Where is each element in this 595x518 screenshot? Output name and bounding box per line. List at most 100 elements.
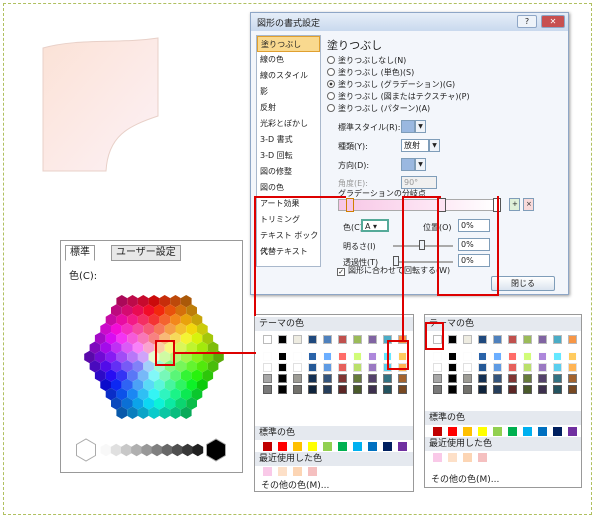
recent-color-swatch[interactable] bbox=[293, 467, 302, 476]
more-colors-button[interactable]: その他の色(M)... bbox=[431, 472, 499, 485]
nav-item[interactable]: 反射 bbox=[257, 100, 320, 116]
gray-hex[interactable] bbox=[131, 443, 142, 457]
type-select[interactable]: 放射 bbox=[401, 139, 429, 152]
theme-color-swatch[interactable] bbox=[263, 335, 272, 344]
standard-color-swatch[interactable] bbox=[538, 427, 547, 436]
nav-item[interactable]: 3-D 書式 bbox=[257, 132, 320, 148]
theme-color-swatch[interactable] bbox=[368, 374, 377, 383]
theme-color-swatch[interactable] bbox=[323, 374, 332, 383]
theme-color-swatch[interactable] bbox=[478, 363, 487, 372]
gray-hex[interactable] bbox=[151, 443, 163, 457]
theme-color-swatch[interactable] bbox=[353, 385, 362, 394]
theme-color-swatch[interactable] bbox=[568, 352, 577, 361]
theme-color-swatch[interactable] bbox=[508, 335, 517, 344]
position-input[interactable]: 0% bbox=[458, 219, 490, 232]
theme-color-swatch[interactable] bbox=[463, 352, 472, 361]
theme-color-swatch[interactable] bbox=[398, 385, 407, 394]
standard-color-swatch[interactable] bbox=[263, 442, 272, 451]
theme-color-swatch[interactable] bbox=[553, 363, 562, 372]
standard-color-swatch[interactable] bbox=[338, 442, 347, 451]
nav-item[interactable]: 線のスタイル bbox=[257, 68, 320, 84]
tab-custom[interactable]: ユーザー設定 bbox=[111, 245, 181, 261]
theme-color-swatch[interactable] bbox=[538, 335, 547, 344]
standard-color-swatch[interactable] bbox=[553, 427, 562, 436]
theme-color-swatch[interactable] bbox=[433, 374, 442, 383]
gray-hex[interactable] bbox=[161, 443, 173, 457]
theme-color-swatch[interactable] bbox=[368, 385, 377, 394]
theme-color-swatch[interactable] bbox=[308, 335, 317, 344]
theme-color-swatch[interactable] bbox=[463, 335, 472, 344]
stop-color-button[interactable]: A ▾ bbox=[361, 219, 389, 232]
standard-color-swatch[interactable] bbox=[568, 427, 577, 436]
recent-color-swatch[interactable] bbox=[478, 453, 487, 462]
gray-hex[interactable] bbox=[141, 443, 153, 457]
direction-swatch[interactable] bbox=[401, 158, 415, 171]
nav-item[interactable]: 代替テキスト bbox=[257, 244, 320, 260]
theme-color-swatch[interactable] bbox=[323, 363, 332, 372]
brightness-input[interactable]: 0% bbox=[458, 238, 490, 251]
theme-color-swatch[interactable] bbox=[508, 363, 517, 372]
standard-color-swatch[interactable] bbox=[463, 427, 472, 436]
standard-color-swatch[interactable] bbox=[353, 442, 362, 451]
recent-color-swatch[interactable] bbox=[433, 453, 442, 462]
gradient-stop-1[interactable] bbox=[346, 198, 354, 212]
nav-item[interactable]: テキスト ボックス bbox=[257, 228, 320, 256]
theme-color-swatch[interactable] bbox=[448, 385, 457, 394]
theme-color-swatch[interactable] bbox=[433, 363, 442, 372]
standard-color-swatch[interactable] bbox=[433, 427, 442, 436]
theme-color-swatch[interactable] bbox=[463, 363, 472, 372]
recent-color-swatch[interactable] bbox=[263, 467, 272, 476]
gray-hex[interactable] bbox=[172, 443, 183, 457]
theme-color-swatch[interactable] bbox=[463, 385, 472, 394]
picture-fill-radio[interactable]: 塗りつぶし (図またはテクスチャ)(P) bbox=[327, 91, 470, 102]
theme-color-swatch[interactable] bbox=[383, 385, 392, 394]
theme-color-swatch[interactable] bbox=[553, 374, 562, 383]
gradient-fill-radio[interactable]: 塗りつぶし (グラデーション)(G) bbox=[327, 79, 455, 90]
theme-color-swatch[interactable] bbox=[433, 352, 442, 361]
theme-color-swatch[interactable] bbox=[278, 352, 287, 361]
theme-color-swatch[interactable] bbox=[478, 374, 487, 383]
standard-color-swatch[interactable] bbox=[523, 427, 532, 436]
theme-color-swatch[interactable] bbox=[448, 374, 457, 383]
pattern-fill-radio[interactable]: 塗りつぶし (パターン)(A) bbox=[327, 103, 430, 114]
standard-color-swatch[interactable] bbox=[508, 427, 517, 436]
transparency-input[interactable]: 0% bbox=[458, 254, 490, 267]
theme-color-swatch[interactable] bbox=[308, 352, 317, 361]
theme-color-swatch[interactable] bbox=[478, 335, 487, 344]
add-stop-button[interactable]: + bbox=[509, 198, 520, 211]
theme-color-swatch[interactable] bbox=[523, 335, 532, 344]
theme-color-swatch[interactable] bbox=[553, 385, 562, 394]
direction-dropdown[interactable]: ▼ bbox=[415, 158, 426, 171]
theme-color-swatch[interactable] bbox=[293, 385, 302, 394]
theme-color-swatch[interactable] bbox=[448, 363, 457, 372]
theme-color-swatch[interactable] bbox=[338, 374, 347, 383]
theme-color-swatch[interactable] bbox=[368, 363, 377, 372]
gray-hex[interactable] bbox=[121, 443, 132, 457]
nav-item[interactable]: 3-D 回転 bbox=[257, 148, 320, 164]
theme-color-swatch[interactable] bbox=[383, 374, 392, 383]
theme-color-swatch[interactable] bbox=[338, 335, 347, 344]
solid-fill-radio[interactable]: 塗りつぶし (単色)(S) bbox=[327, 67, 414, 78]
theme-color-swatch[interactable] bbox=[568, 374, 577, 383]
standard-color-swatch[interactable] bbox=[383, 442, 392, 451]
remove-stop-button[interactable]: × bbox=[523, 198, 534, 211]
theme-color-swatch[interactable] bbox=[263, 374, 272, 383]
theme-color-swatch[interactable] bbox=[308, 385, 317, 394]
theme-color-swatch[interactable] bbox=[433, 385, 442, 394]
recent-color-swatch[interactable] bbox=[308, 467, 317, 476]
theme-color-swatch[interactable] bbox=[493, 374, 502, 383]
gray-hex[interactable] bbox=[192, 443, 204, 457]
theme-color-swatch[interactable] bbox=[293, 352, 302, 361]
theme-color-swatch[interactable] bbox=[478, 385, 487, 394]
theme-color-swatch[interactable] bbox=[368, 335, 377, 344]
theme-color-swatch[interactable] bbox=[263, 363, 272, 372]
standard-color-swatch[interactable] bbox=[323, 442, 332, 451]
theme-color-swatch[interactable] bbox=[398, 374, 407, 383]
type-dropdown[interactable]: ▼ bbox=[429, 139, 440, 152]
nav-item[interactable]: 塗りつぶし bbox=[257, 36, 320, 52]
standard-color-swatch[interactable] bbox=[448, 427, 457, 436]
nav-item[interactable]: 図の色 bbox=[257, 180, 320, 196]
gradient-stop-2[interactable] bbox=[438, 198, 446, 212]
bw-hex[interactable] bbox=[206, 438, 226, 462]
recent-color-swatch[interactable] bbox=[448, 453, 457, 462]
